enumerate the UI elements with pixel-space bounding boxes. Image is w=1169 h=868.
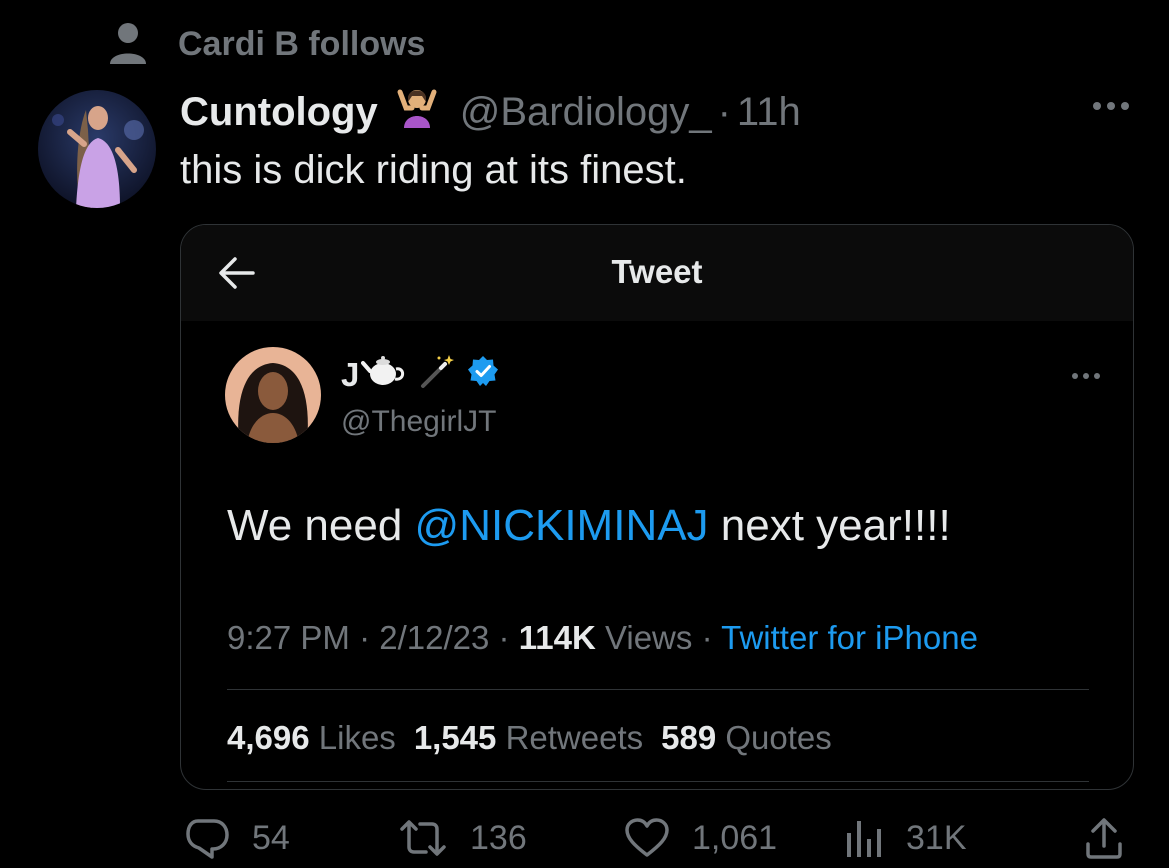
source-link[interactable]: Twitter for iPhone <box>721 619 978 656</box>
tweet-time[interactable]: 11h <box>737 90 801 135</box>
heart-icon <box>625 818 669 857</box>
quoted-tweet-text: We need @NICKIMINAJ next year!!!! <box>227 501 951 551</box>
tweet-text: this is dick riding at its finest. <box>180 148 687 192</box>
mention-link[interactable]: @NICKIMINAJ <box>415 501 709 550</box>
reply-icon <box>186 819 229 859</box>
views-count-action: 31K <box>906 818 967 857</box>
quoted-date: 2/12/23 <box>379 619 490 656</box>
views-button[interactable]: 31K <box>844 808 967 868</box>
meta-sep: · <box>701 619 713 656</box>
retweet-button[interactable]: 136 <box>398 808 527 868</box>
person-icon <box>110 23 146 64</box>
likes-label[interactable]: Likes <box>319 719 396 756</box>
views-count: 114K <box>518 619 596 656</box>
quoted-tweet-meta: 9:27 PM · 2/12/23 · 114K Views · Twitter… <box>227 619 978 657</box>
quotes-count[interactable]: 589 <box>661 719 716 756</box>
tweet-header: Cuntology @Bardiology_ · 11h <box>180 88 801 136</box>
more-options-icon[interactable] <box>1091 96 1131 121</box>
quoted-text-before: We need <box>227 501 415 550</box>
quoted-author-name-row: J <box>341 353 499 397</box>
separator-dot: · <box>717 89 731 134</box>
quoted-author-name[interactable]: J <box>341 356 359 394</box>
quoted-tweet-card[interactable]: Tweet J @ThegirlJT We need @NICKIMINAJ n… <box>180 224 1134 790</box>
quotes-label[interactable]: Quotes <box>725 719 831 756</box>
share-button[interactable] <box>1084 808 1146 868</box>
person-shrugging-emoji-icon <box>392 86 442 138</box>
quoted-text-after: next year!!!! <box>708 501 951 550</box>
like-button[interactable]: 1,061 <box>624 808 777 868</box>
retweet-count: 136 <box>470 818 527 857</box>
quoted-tweet-stats: 4,696 Likes 1,545 Retweets 589 Quotes <box>227 719 832 757</box>
like-count: 1,061 <box>692 818 778 857</box>
divider <box>227 689 1089 690</box>
avatar[interactable] <box>38 90 156 208</box>
quoted-avatar[interactable] <box>225 347 321 443</box>
magic-wand-icon <box>419 353 455 397</box>
header-title: Tweet <box>611 253 703 290</box>
social-context-text: Cardi B follows <box>178 24 426 63</box>
share-icon <box>1086 818 1122 859</box>
divider <box>227 781 1089 782</box>
teapot-icon <box>361 353 407 397</box>
tweet-action-bar: 54 136 1,061 31K <box>180 808 1130 868</box>
retweets-count[interactable]: 1,545 <box>414 719 497 756</box>
author-handle[interactable]: @Bardiology_ <box>460 90 712 135</box>
quoted-header-bar: Tweet <box>181 225 1133 321</box>
quoted-time: 9:27 PM <box>227 619 350 656</box>
likes-count[interactable]: 4,696 <box>227 719 310 756</box>
quoted-more-options-icon[interactable] <box>1071 369 1101 388</box>
verified-badge-icon <box>467 355 499 395</box>
retweet-icon <box>400 820 446 856</box>
retweets-label[interactable]: Retweets <box>506 719 644 756</box>
reply-button[interactable]: 54 <box>184 808 290 868</box>
display-name[interactable]: Cuntology <box>180 90 378 135</box>
meta-sep: · <box>498 619 510 656</box>
views-label: Views <box>604 619 693 656</box>
analytics-bars-icon <box>847 821 881 857</box>
meta-sep: · <box>359 619 371 656</box>
social-context[interactable]: Cardi B follows <box>108 22 425 66</box>
reply-count: 54 <box>252 818 290 857</box>
quoted-author-handle[interactable]: @ThegirlJT <box>341 405 496 439</box>
